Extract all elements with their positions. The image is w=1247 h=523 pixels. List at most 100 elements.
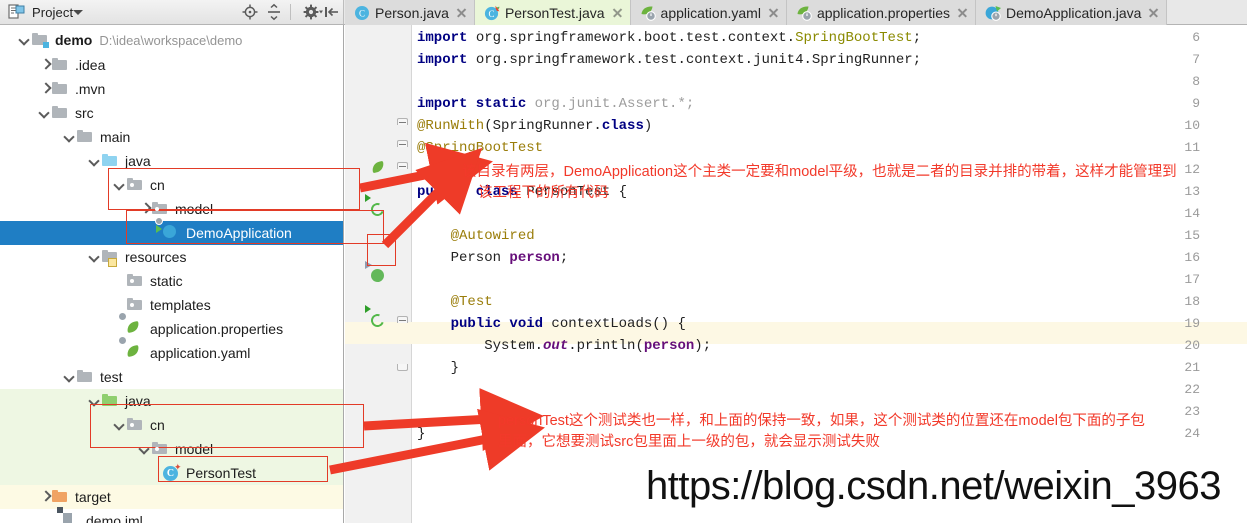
- resources-folder-icon: [102, 249, 120, 267]
- tree-item-label: resources: [125, 249, 187, 265]
- chevron-down-icon[interactable]: [88, 394, 102, 408]
- tab-label: PersonTest.java: [504, 4, 605, 21]
- code-line-6: import org.springframework.boot.test.con…: [417, 30, 922, 46]
- annotation-note1-line2: 该工程下的所有代码: [478, 185, 609, 201]
- gear-icon[interactable]: [303, 3, 323, 21]
- tree-item-static[interactable]: static: [10, 269, 343, 293]
- toolbar-separator: [290, 4, 291, 20]
- tree-item-label: test: [100, 369, 123, 385]
- code-line-15: @Autowired: [450, 228, 535, 244]
- tree-item-label: target: [75, 489, 111, 505]
- tree-item-mvn[interactable]: .mvn: [10, 77, 343, 101]
- spring-config-icon: [118, 312, 145, 337]
- tree-item-main-cn[interactable]: cn: [10, 173, 343, 197]
- spring-boot-class-icon: [985, 5, 1002, 21]
- tree-item-test-cn[interactable]: cn: [0, 413, 343, 437]
- chevron-down-icon[interactable]: [88, 154, 102, 168]
- project-toolwindow-title: Project: [32, 4, 74, 20]
- tree-item-main-java[interactable]: java: [10, 149, 343, 173]
- annotation-note2-line1: personTest这个测试类也一样，和上面的保持一致，如果，这个测试类的位置还…: [498, 413, 1145, 429]
- project-tree[interactable]: demo D:\idea\workspace\demo .idea .mvn s…: [0, 25, 344, 523]
- tree-item-application-properties[interactable]: application.properties: [10, 312, 343, 341]
- tab-person-java[interactable]: C Person.java: [345, 0, 475, 25]
- package-icon: [127, 417, 145, 433]
- tree-item-test-model[interactable]: model: [0, 437, 343, 461]
- java-class-icon: C: [354, 5, 370, 21]
- fold-marker[interactable]: [397, 118, 408, 129]
- chevron-down-icon[interactable]: [113, 178, 127, 192]
- tree-item-test-java[interactable]: java: [0, 389, 343, 413]
- editor-tab-bar: C Person.java C PersonTest.java applicat…: [345, 0, 1168, 25]
- svg-text:C: C: [488, 9, 494, 19]
- tree-item-label: .mvn: [75, 81, 106, 97]
- tree-item-main[interactable]: main: [10, 125, 343, 149]
- tree-item-demo-iml[interactable]: demo.iml: [10, 507, 343, 523]
- hide-icon[interactable]: [323, 3, 341, 21]
- chevron-right-icon[interactable]: [38, 82, 52, 96]
- tree-item-label: main: [100, 129, 131, 145]
- chevron-down-icon[interactable]: [73, 9, 84, 15]
- tree-item-demoapplication[interactable]: DemoApplication: [0, 217, 343, 245]
- project-toolwindow-header[interactable]: Project: [0, 0, 344, 24]
- java-test-class-icon: C: [484, 5, 500, 21]
- chevron-right-icon[interactable]: [38, 58, 52, 72]
- collapse-all-icon[interactable]: [265, 3, 283, 21]
- iml-file-icon: [57, 507, 81, 523]
- close-icon[interactable]: [456, 7, 467, 18]
- tree-item-label: DemoApplication: [186, 225, 292, 241]
- fold-marker[interactable]: [397, 316, 408, 327]
- svg-text:C: C: [359, 8, 365, 18]
- fold-marker-end[interactable]: [397, 361, 408, 372]
- tree-item-application-yaml[interactable]: application.yaml: [10, 336, 343, 365]
- fold-marker[interactable]: [397, 140, 408, 151]
- folder-icon: [77, 129, 95, 145]
- close-icon[interactable]: [1148, 7, 1159, 18]
- chevron-down-icon[interactable]: [63, 130, 77, 144]
- chevron-down-icon[interactable]: [63, 370, 77, 384]
- package-icon: [127, 297, 145, 313]
- tab-persontest-java[interactable]: C PersonTest.java: [474, 0, 631, 25]
- close-icon[interactable]: [957, 7, 968, 18]
- autowired-bean-icon[interactable]: [365, 261, 387, 285]
- tree-item-target[interactable]: target: [0, 485, 343, 509]
- chevron-right-icon[interactable]: [138, 202, 152, 216]
- chevron-down-icon[interactable]: [18, 33, 32, 47]
- tree-item-label: application.yaml: [150, 345, 251, 361]
- java-test-class-icon: C ✦: [163, 463, 182, 481]
- code-line-9: import static org.junit.Assert.*;: [417, 96, 695, 112]
- chevron-down-icon[interactable]: [88, 250, 102, 264]
- tree-item-demo[interactable]: demo D:\idea\workspace\demo: [10, 28, 343, 52]
- module-folder-icon: [32, 32, 50, 48]
- tree-item-label: java: [125, 153, 151, 169]
- tree-item-persontest[interactable]: C ✦ PersonTest: [0, 461, 343, 485]
- chevron-down-icon[interactable]: [113, 418, 127, 432]
- tree-item-idea[interactable]: .idea: [10, 53, 343, 77]
- tree-item-test[interactable]: test: [10, 365, 343, 389]
- package-icon: [152, 201, 170, 217]
- tree-item-label: java: [125, 393, 151, 409]
- close-icon[interactable]: [768, 7, 779, 18]
- watermark-url: https://blog.csdn.net/weixin_3963: [646, 464, 1222, 508]
- module-path: D:\idea\workspace\demo: [99, 32, 243, 48]
- close-icon[interactable]: [612, 7, 623, 18]
- tree-item-main-model[interactable]: model: [10, 197, 343, 221]
- chevron-down-icon[interactable]: [38, 106, 52, 120]
- tab-application-yaml[interactable]: application.yaml: [630, 0, 787, 25]
- tab-demoapplication-java[interactable]: DemoApplication.java: [976, 0, 1168, 25]
- chevron-down-icon[interactable]: [138, 442, 152, 456]
- tree-item-label: demo: [55, 32, 93, 48]
- tree-item-src[interactable]: src: [10, 101, 343, 125]
- project-icon: [8, 4, 26, 20]
- tab-label: DemoApplication.java: [1006, 4, 1142, 21]
- spring-bean-leaf-icon[interactable]: [371, 160, 387, 176]
- tree-item-label: .idea: [75, 57, 106, 73]
- tree-item-resources[interactable]: resources: [10, 245, 343, 269]
- fold-marker[interactable]: [397, 162, 408, 173]
- run-test-class-icon[interactable]: [365, 194, 387, 219]
- run-test-method-icon[interactable]: [365, 305, 387, 330]
- locate-icon[interactable]: [241, 3, 259, 21]
- code-line-20: System.out.println(person);: [417, 338, 712, 354]
- tree-item-templates[interactable]: templates: [10, 293, 343, 317]
- tab-application-properties[interactable]: application.properties: [786, 0, 977, 25]
- chevron-right-icon[interactable]: [38, 490, 52, 504]
